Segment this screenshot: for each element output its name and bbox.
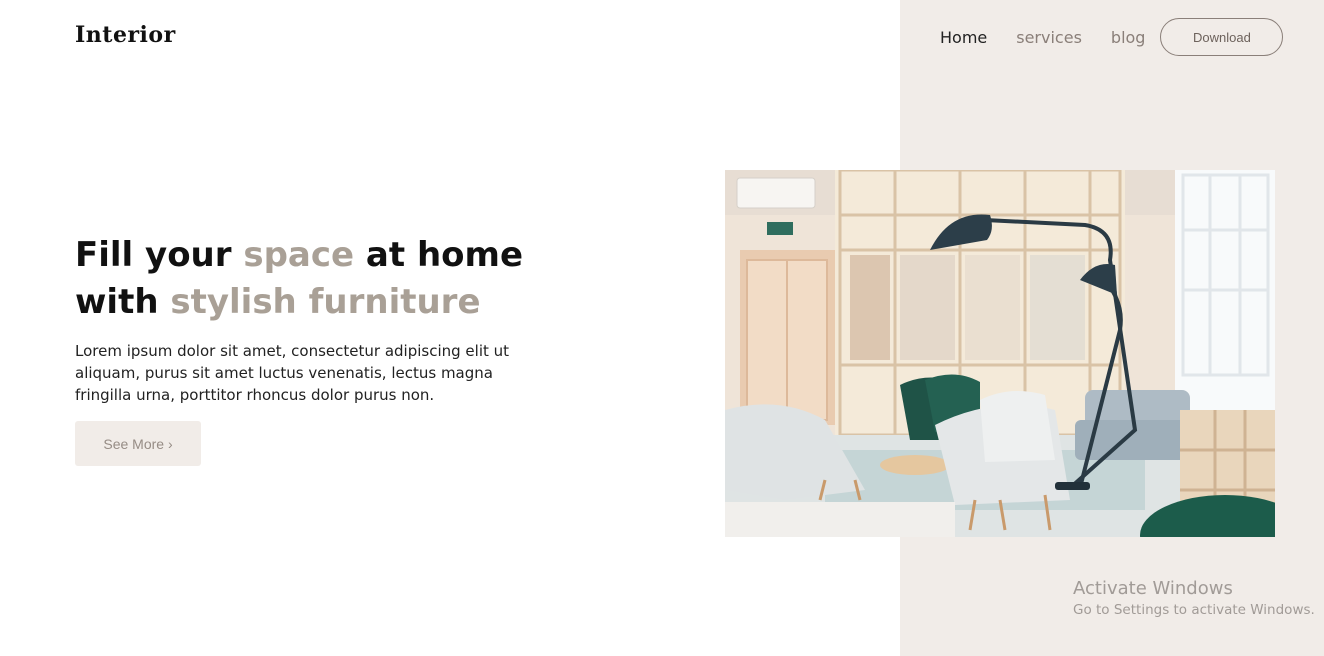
page: Interior Home services blog Download Fil… [0, 0, 1324, 656]
hero-title-accent-furniture: stylish furniture [170, 282, 481, 322]
logo[interactable]: Interior [75, 22, 176, 48]
hero-title-text: with [75, 282, 171, 322]
hero-title-accent-space: space [243, 235, 355, 275]
nav-blog-link[interactable]: blog [1111, 28, 1146, 47]
download-button[interactable]: Download [1160, 18, 1284, 56]
hero-title: Fill your space at home with stylish furn… [75, 232, 523, 326]
hero-title-text: Fill your [75, 235, 244, 275]
nav-home-link[interactable]: Home [940, 28, 987, 47]
nav-services-link[interactable]: services [1016, 28, 1082, 47]
watermark-title: Activate Windows [1073, 578, 1233, 599]
activate-windows-watermark: Activate Windows Go to Settings to activ… [1073, 578, 1315, 620]
main-nav: Home services blog Download [930, 17, 1284, 57]
hero-interior-photo [725, 170, 1275, 537]
hero-description: Lorem ipsum dolor sit amet, consectetur … [75, 342, 510, 404]
hero-title-text: at home [354, 235, 524, 275]
watermark-subtitle: Go to Settings to activate Windows. [1073, 602, 1315, 618]
see-more-button[interactable]: See More › [75, 421, 201, 466]
